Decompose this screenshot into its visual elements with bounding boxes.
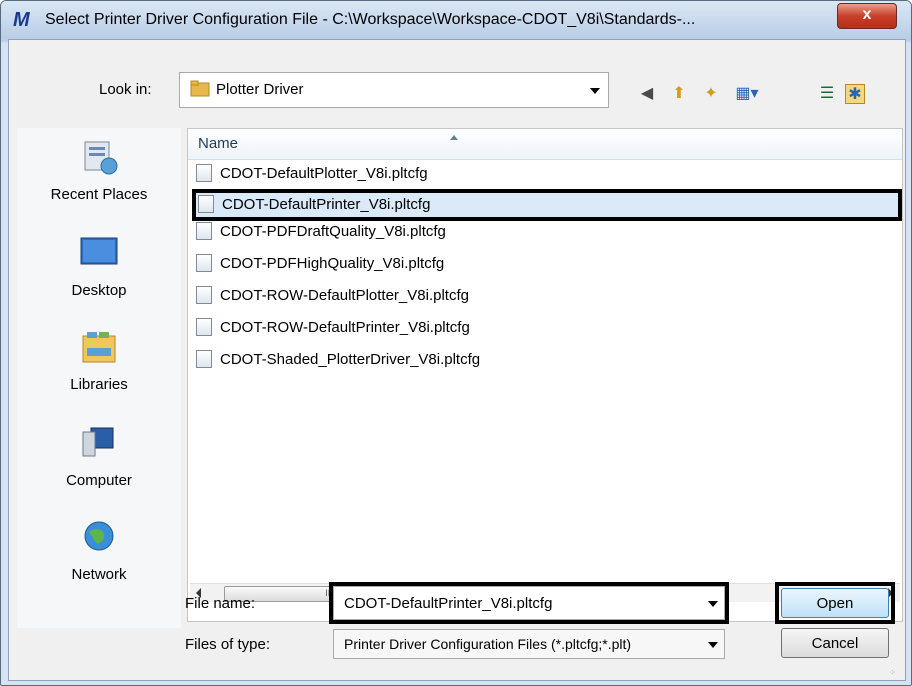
place-desktop[interactable]: Desktop [17, 234, 181, 299]
file-list[interactable]: Name CDOT-DefaultPlotter_V8i.pltcfg CDOT… [187, 128, 903, 622]
file-name-text: CDOT-ROW-DefaultPrinter_V8i.pltcfg [220, 319, 470, 336]
file-icon [196, 286, 212, 305]
network-icon [84, 521, 114, 551]
look-in-dropdown[interactable]: Plotter Driver [179, 72, 609, 108]
up-folder-icon[interactable]: ⬆ [669, 84, 689, 104]
file-name-text: CDOT-PDFHighQuality_V8i.pltcfg [220, 255, 445, 272]
open-button[interactable]: Open [781, 588, 889, 618]
place-label: Desktop [71, 282, 127, 299]
place-libraries[interactable]: Libraries [17, 328, 181, 393]
configuration-icon[interactable]: ☰ [817, 84, 837, 104]
new-folder-icon[interactable]: ✦ [701, 84, 721, 104]
folder-icon [190, 80, 210, 97]
window-title: Select Printer Driver Configuration File… [45, 11, 696, 28]
place-network[interactable]: Network [17, 518, 181, 583]
list-item-selected[interactable]: CDOT-DefaultPrinter_V8i.pltcfg [192, 189, 902, 221]
title-bar[interactable]: Μ Select Printer Driver Configuration Fi… [1, 1, 911, 39]
look-in-value: Plotter Driver [216, 81, 304, 98]
list-item[interactable]: CDOT-ROW-DefaultPrinter_V8i.pltcfg [196, 318, 656, 343]
back-icon[interactable]: ◀ [637, 84, 657, 104]
close-button[interactable]: x [837, 3, 897, 29]
directory-icon[interactable]: ✱ [845, 84, 865, 104]
file-name-text: CDOT-Shaded_PlotterDriver_V8i.pltcfg [220, 351, 481, 368]
computer-icon [82, 427, 114, 457]
places-bar: Recent Places Desktop Libraries Computer… [17, 128, 181, 628]
file-type-dropdown[interactable]: Printer Driver Configuration Files (*.pl… [333, 629, 725, 659]
place-label: Computer [66, 472, 132, 489]
file-name-text: CDOT-ROW-DefaultPlotter_V8i.pltcfg [220, 287, 469, 304]
cancel-button[interactable]: Cancel [781, 628, 889, 658]
desktop-icon [80, 237, 118, 265]
file-type-label: Files of type: [185, 636, 271, 653]
file-icon [196, 164, 212, 183]
file-name-text: CDOT-DefaultPlotter_V8i.pltcfg [220, 165, 428, 182]
list-item[interactable]: CDOT-PDFHighQuality_V8i.pltcfg [196, 254, 656, 279]
place-label: Network [71, 566, 127, 583]
file-name-value: CDOT-DefaultPrinter_V8i.pltcfg [344, 595, 553, 612]
list-item[interactable]: CDOT-Shaded_PlotterDriver_V8i.pltcfg [196, 350, 656, 375]
file-icon [196, 222, 212, 241]
chevron-down-icon [708, 642, 718, 648]
libraries-icon [82, 332, 116, 363]
file-icon [198, 195, 214, 214]
dialog-window: Μ Select Printer Driver Configuration Fi… [0, 0, 912, 686]
place-label: Libraries [70, 376, 128, 393]
resize-grip-icon[interactable]: ⁘ [889, 668, 899, 678]
file-icon [196, 254, 212, 273]
file-name-text: CDOT-DefaultPrinter_V8i.pltcfg [222, 196, 431, 213]
dialog-client-area: Look in: Plotter Driver ◀ ⬆ ✦ ▦▾ ☰ ✱ Rec… [8, 39, 906, 681]
list-item[interactable]: CDOT-PDFDraftQuality_V8i.pltcfg [196, 222, 656, 247]
chevron-down-icon [708, 601, 718, 607]
column-header-name[interactable]: Name [188, 129, 902, 160]
view-menu-icon[interactable]: ▦▾ [733, 84, 761, 104]
recent-places-icon [84, 141, 118, 175]
microstation-app-icon: Μ [13, 9, 30, 31]
file-name-label: File name: [185, 595, 256, 612]
file-name-input[interactable]: CDOT-DefaultPrinter_V8i.pltcfg [333, 586, 725, 620]
look-in-label: Look in: [99, 81, 152, 98]
list-item[interactable]: CDOT-ROW-DefaultPlotter_V8i.pltcfg [196, 286, 656, 311]
list-item[interactable]: CDOT-DefaultPlotter_V8i.pltcfg [196, 164, 656, 189]
file-type-value: Printer Driver Configuration Files (*.pl… [344, 636, 632, 652]
place-computer[interactable]: Computer [17, 424, 181, 489]
file-icon [196, 318, 212, 337]
chevron-down-icon [590, 88, 600, 94]
place-recent-places[interactable]: Recent Places [17, 138, 181, 203]
file-name-text: CDOT-PDFDraftQuality_V8i.pltcfg [220, 223, 446, 240]
file-icon [196, 350, 212, 369]
column-header-label: Name [198, 135, 239, 152]
sort-ascending-icon [450, 135, 458, 140]
place-label: Recent Places [50, 186, 148, 203]
